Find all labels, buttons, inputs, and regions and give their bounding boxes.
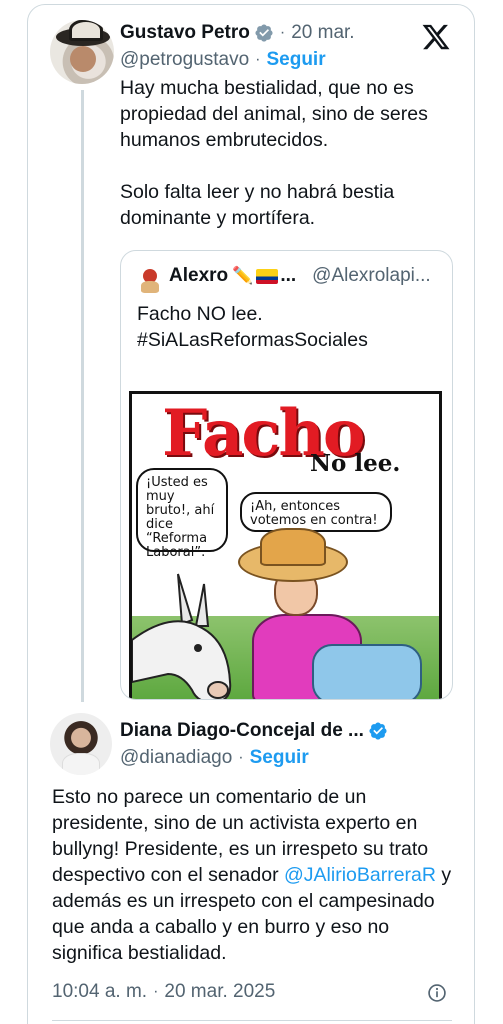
tweet-text-paragraph-2: Solo falta leer y no habrá bestia domina… — [120, 181, 395, 229]
avatar-body-shape — [141, 281, 159, 293]
handle-row: @petrogustavo · Seguir — [120, 49, 326, 71]
reply-text: Esto no parece un comentario de un presi… — [52, 784, 454, 966]
reply-time: 10:04 a. m. — [52, 981, 148, 1002]
separator-dot: · — [238, 749, 244, 766]
avatar[interactable] — [50, 713, 112, 775]
avatar-body-shape — [62, 753, 100, 775]
tweet-text-paragraph-1: Hay mucha bestialidad, que no es propied… — [120, 77, 428, 151]
reply-author-handle[interactable]: @dianadiago — [120, 747, 232, 769]
author-handle[interactable]: @petrogustavo — [120, 49, 249, 71]
reply-handle-row: @dianadiago · Seguir — [120, 747, 309, 769]
avatar[interactable] — [50, 20, 114, 84]
timestamp-row[interactable]: 10:04 a. m. · 20 mar. 2025 — [52, 981, 275, 1003]
thread-line — [81, 90, 84, 702]
info-icon[interactable] — [427, 983, 447, 1003]
separator-dot: · — [153, 983, 159, 1000]
speech-bubble-farmer: ¡Ah, entonces votemos en contra! — [240, 492, 392, 532]
reply-author-name[interactable]: Diana Diago-Concejal de ... — [120, 720, 364, 742]
hat-shape — [56, 20, 110, 46]
jeans-shape — [312, 644, 422, 699]
hat-crown-shape — [260, 528, 326, 566]
quote-text: Facho NO lee. #SiALasReformasSociales — [137, 301, 368, 353]
comic-image[interactable]: Facho No lee. ¡Usted es muy bruto!, ahí … — [129, 391, 442, 699]
verified-badge-icon — [255, 24, 273, 42]
quote-avatar — [137, 267, 163, 293]
separator-dot: · — [279, 24, 286, 41]
speech-bubble-donkey: ¡Usted es muy bruto!, ahí dice “Reforma … — [136, 468, 228, 560]
follow-button[interactable]: Seguir — [266, 49, 325, 71]
x-logo-icon[interactable] — [420, 22, 452, 52]
quote-hashtag: #SiALasReformasSociales — [137, 329, 368, 351]
quote-text-line-1: Facho NO lee. — [137, 303, 263, 325]
tweet-text: Hay mucha bestialidad, que no es propied… — [120, 75, 450, 231]
face-shape — [70, 46, 96, 72]
pencil-icon: ✏️ — [232, 266, 254, 285]
donkey-illustration — [132, 573, 232, 699]
colombia-flag-icon — [256, 268, 279, 284]
quote-author-name: Alexro — [169, 265, 229, 286]
quote-author-row: Alexro ✏️ ... @Alexrolapi... — [169, 265, 431, 287]
separator-dot: · — [255, 51, 261, 68]
divider — [52, 1020, 452, 1021]
comic-subtitle: No lee. — [310, 450, 401, 477]
reply-author-row: Diana Diago-Concejal de ... — [120, 720, 388, 742]
follow-button[interactable]: Seguir — [250, 747, 309, 769]
quoted-tweet[interactable]: Alexro ✏️ ... @Alexrolapi... Facho NO le… — [120, 250, 453, 700]
quote-author-handle: @Alexrolapi... — [312, 265, 431, 286]
mention-link[interactable]: @JAlirioBarreraR — [284, 864, 436, 886]
author-name[interactable]: Gustavo Petro — [120, 22, 250, 44]
author-row: Gustavo Petro · 20 mar. — [120, 22, 355, 44]
reply-date: 20 mar. 2025 — [164, 981, 276, 1002]
farmer-illustration — [232, 528, 432, 699]
verified-badge-icon — [369, 722, 387, 740]
tweet-date[interactable]: 20 mar. — [291, 22, 354, 44]
quote-name-ellipsis: ... — [280, 265, 297, 286]
